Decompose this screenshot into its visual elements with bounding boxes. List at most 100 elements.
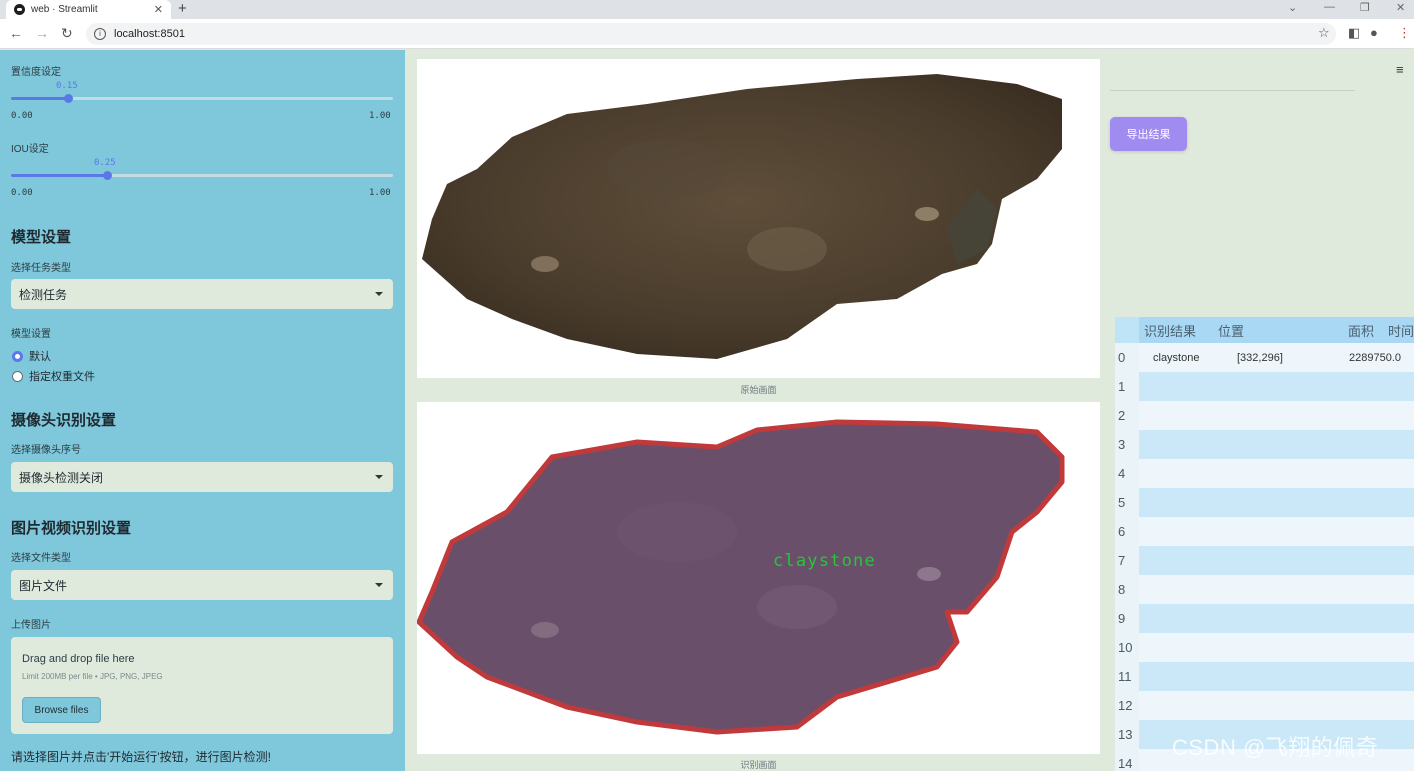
browse-files-button[interactable]: Browse files (22, 697, 101, 723)
result-image: claystone (417, 402, 1100, 754)
cell-result (1153, 459, 1213, 488)
cell-position (1237, 517, 1317, 546)
camera-value: 摄像头检测关闭 (19, 470, 104, 485)
table-row[interactable]: 3 (1115, 430, 1414, 459)
table-header-area[interactable]: 面积 (1343, 317, 1383, 343)
bookmark-star-icon[interactable]: ☆ (1318, 25, 1330, 41)
table-row[interactable]: 6 (1115, 517, 1414, 546)
cell-position (1237, 372, 1317, 401)
row-index: 11 (1115, 662, 1139, 691)
confidence-slider-thumb[interactable] (64, 94, 74, 103)
cell-position (1237, 430, 1317, 459)
table-row[interactable]: 4 (1115, 459, 1414, 488)
tab-close-icon[interactable]: ✕ (154, 3, 163, 16)
cell-result (1153, 575, 1213, 604)
task-type-value: 检测任务 (19, 287, 68, 302)
table-row[interactable]: 12 (1115, 691, 1414, 720)
file-dropzone[interactable]: Drag and drop file here Limit 200MB per … (11, 637, 393, 734)
cell-result (1153, 691, 1213, 720)
row-index: 2 (1115, 401, 1139, 430)
table-row[interactable]: 5 (1115, 488, 1414, 517)
iou-slider[interactable] (11, 171, 393, 180)
row-index: 10 (1115, 633, 1139, 662)
cell-position (1237, 459, 1317, 488)
table-row[interactable]: 10 (1115, 633, 1414, 662)
radio-default-label: 默认 (29, 351, 51, 363)
chevron-down-icon (375, 292, 383, 296)
cell-position (1237, 633, 1317, 662)
radio-custom-weights[interactable]: 指定权重文件 (12, 368, 95, 384)
table-row[interactable]: 1 (1115, 372, 1414, 401)
cell-area (1349, 662, 1414, 691)
cell-area (1349, 401, 1414, 430)
cell-time (1407, 633, 1414, 662)
iou-max: 1.00 (369, 188, 391, 198)
table-row[interactable]: 7 (1115, 546, 1414, 575)
confidence-slider[interactable] (11, 94, 393, 103)
cell-time (1407, 749, 1414, 771)
cell-result (1153, 546, 1213, 575)
cell-result (1153, 662, 1213, 691)
divider (1110, 90, 1355, 91)
browser-tab-bar: web · Streamlit ✕ + ⌄ — ❐ ✕ (0, 0, 1414, 19)
detection-label: claystone (773, 551, 876, 571)
chevron-down-icon[interactable]: ⌄ (1288, 1, 1297, 14)
address-bar: ← → ↻ i localhost:8501 ☆ ◧ ● ⋮ (0, 19, 1414, 49)
cell-result (1153, 604, 1213, 633)
confidence-slider-fill (11, 97, 69, 100)
forward-arrow-icon[interactable]: → (35, 25, 49, 41)
cell-position (1237, 575, 1317, 604)
row-index: 14 (1115, 749, 1139, 771)
cell-position (1237, 604, 1317, 633)
row-index: 13 (1115, 720, 1139, 749)
profile-avatar-icon[interactable]: ● (1370, 25, 1378, 40)
site-info-icon[interactable]: i (94, 28, 106, 40)
new-tab-button[interactable]: + (178, 0, 187, 17)
confidence-label: 置信度设定 (11, 67, 61, 78)
cell-result (1153, 633, 1213, 662)
radio-default[interactable]: 默认 (12, 348, 51, 364)
task-type-label: 选择任务类型 (11, 263, 71, 274)
cell-result (1153, 372, 1213, 401)
camera-select[interactable]: 摄像头检测关闭 (11, 462, 393, 492)
table-header-result[interactable]: 识别结果 (1139, 317, 1213, 343)
table-row[interactable]: 2 (1115, 401, 1414, 430)
cell-area (1349, 517, 1414, 546)
cell-time (1407, 459, 1414, 488)
confidence-max: 1.00 (369, 111, 391, 121)
table-row[interactable]: 9 (1115, 604, 1414, 633)
table-row[interactable]: 8 (1115, 575, 1414, 604)
side-panel-icon[interactable]: ◧ (1348, 25, 1360, 41)
file-type-value: 图片文件 (19, 578, 68, 593)
cell-time (1407, 546, 1414, 575)
row-index: 8 (1115, 575, 1139, 604)
hamburger-menu-icon[interactable]: ≡ (1396, 62, 1404, 77)
table-header-position[interactable]: 位置 (1213, 317, 1343, 343)
row-index: 0 (1115, 343, 1139, 372)
file-type-select[interactable]: 图片文件 (11, 570, 393, 600)
cell-position (1237, 691, 1317, 720)
tab-title: web · Streamlit (31, 4, 98, 15)
cell-result (1153, 488, 1213, 517)
url-input[interactable]: i localhost:8501 (86, 23, 1336, 45)
reload-icon[interactable]: ↻ (61, 25, 73, 42)
cell-area (1349, 459, 1414, 488)
camera-settings-header: 摄像头识别设置 (11, 412, 117, 429)
browser-tab[interactable]: web · Streamlit ✕ (6, 0, 171, 19)
back-arrow-icon[interactable]: ← (9, 25, 23, 41)
minimize-button[interactable]: — (1324, 1, 1335, 13)
confidence-value: 0.15 (56, 81, 78, 91)
window-close-button[interactable]: ✕ (1396, 1, 1405, 14)
table-header-time[interactable]: 时间 (1383, 317, 1414, 343)
restore-button[interactable]: ❐ (1360, 1, 1370, 14)
task-type-select[interactable]: 检测任务 (11, 279, 393, 309)
cell-time (1407, 401, 1414, 430)
table-index-header (1115, 317, 1139, 343)
table-row[interactable]: 11 (1115, 662, 1414, 691)
export-results-button[interactable]: 导出结果 (1110, 117, 1187, 151)
cell-position (1237, 662, 1317, 691)
cell-time (1407, 662, 1414, 691)
iou-slider-thumb[interactable] (102, 171, 112, 180)
table-row[interactable]: 0 claystone [332,296] 2289750.0 (1115, 343, 1414, 372)
more-menu-icon[interactable]: ⋮ (1398, 25, 1411, 41)
